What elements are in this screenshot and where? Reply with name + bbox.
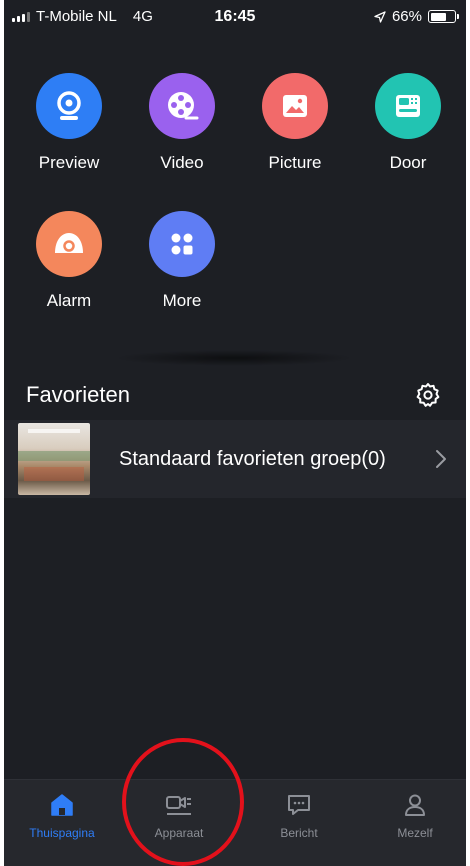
image-icon [283, 95, 307, 117]
tab-label: Mezelf [397, 826, 433, 840]
feature-label: Alarm [46, 291, 92, 310]
picture-circle [262, 73, 328, 139]
favorites-group-thumbnail [18, 423, 90, 495]
feature-label: Picture [268, 153, 322, 172]
home-icon [47, 790, 77, 820]
preview-circle [36, 73, 102, 139]
alarm-circle [36, 211, 102, 277]
feature-label: Video [160, 153, 204, 172]
alarm-icon [55, 233, 83, 253]
favorites-title: Favorieten [26, 382, 130, 407]
feature-alarm[interactable]: Alarm [19, 211, 119, 311]
webcam-icon [57, 91, 81, 120]
tab-bericht[interactable]: Bericht [249, 790, 349, 840]
battery-icon [428, 10, 459, 23]
feature-picture[interactable]: Picture [245, 73, 345, 173]
video-circle [149, 73, 215, 139]
chevron-right-icon [436, 450, 446, 468]
status-right: 66% [374, 8, 459, 25]
app-screen: T-Mobile NL 4G 16:45 66% Preview Video P… [4, 0, 466, 866]
tab-label: Bericht [280, 826, 318, 840]
battery-percent: 66% [391, 8, 422, 25]
more-circle [149, 211, 215, 277]
feature-preview[interactable]: Preview [19, 73, 119, 173]
tab-label: Thuispagina [29, 826, 95, 840]
feature-door[interactable]: Door [358, 73, 458, 173]
battery-level [430, 12, 446, 21]
location-arrow-icon [374, 10, 386, 23]
status-bar: T-Mobile NL 4G 16:45 66% [4, 0, 466, 34]
favorites-group-label: Standaard favorieten groep(0) [119, 448, 386, 470]
favorites-group-row[interactable]: Standaard favorieten groep(0) [4, 420, 466, 498]
film-reel-icon [168, 92, 199, 120]
feature-label: More [162, 291, 202, 310]
tab-mezelf[interactable]: Mezelf [365, 790, 465, 840]
grid-icon [171, 233, 193, 255]
feature-label: Door [389, 153, 427, 172]
feature-more[interactable]: More [132, 211, 232, 311]
highlight-annotation-circle [122, 738, 244, 866]
gear-icon[interactable] [415, 382, 441, 408]
section-divider [114, 350, 354, 366]
door-intercom-icon [396, 95, 420, 117]
feature-label: Preview [38, 153, 100, 172]
feature-video[interactable]: Video [132, 73, 232, 173]
tab-thuispagina[interactable]: Thuispagina [12, 790, 112, 840]
message-icon [284, 790, 314, 820]
profile-icon [400, 790, 430, 820]
door-circle [375, 73, 441, 139]
